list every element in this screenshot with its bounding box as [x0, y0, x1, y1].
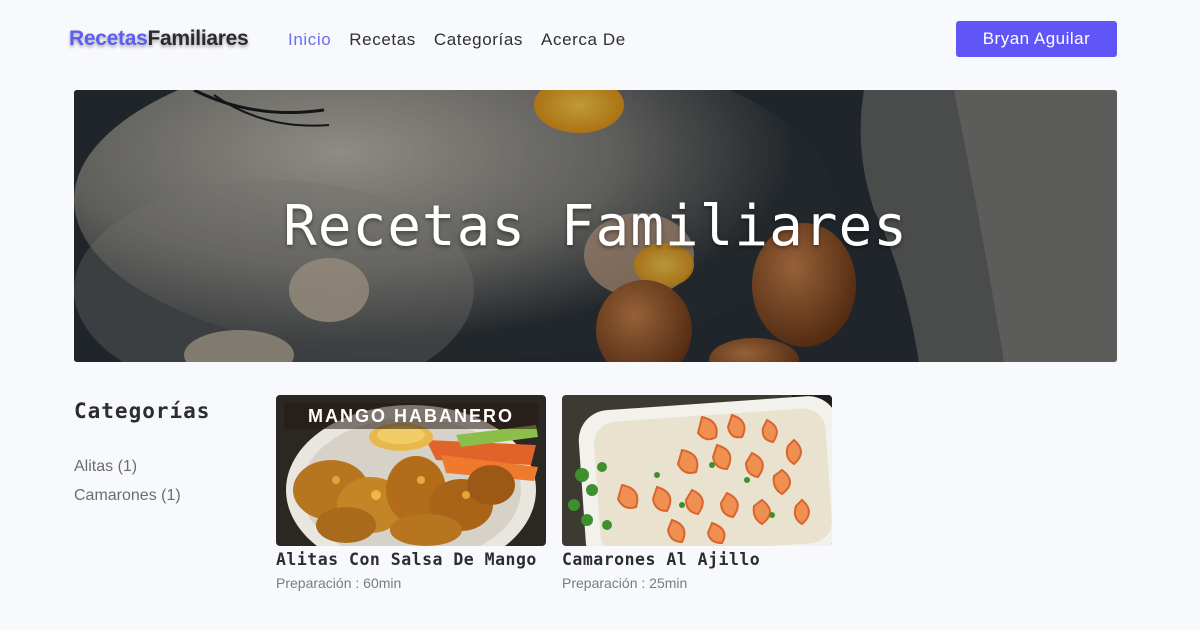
nav-link-recetas[interactable]: Recetas [349, 30, 416, 50]
recipe-image-wrapper[interactable]: MANGO HABANERO [276, 395, 546, 546]
recipe-prep-time: Preparación : 60min [276, 575, 402, 591]
hero-banner: Recetas Familiares [74, 90, 1117, 362]
brand-part-1: Recetas [69, 27, 148, 50]
brand-logo[interactable]: RecetasFamiliares [69, 27, 249, 51]
nav-link-inicio[interactable]: Inicio [288, 30, 331, 50]
nav-link-categorias[interactable]: Categorías [434, 30, 523, 50]
nav-link-acerca-de[interactable]: Acerca De [541, 30, 626, 50]
user-account-button[interactable]: Bryan Aguilar [956, 21, 1117, 57]
garlic-shrimp-photo [562, 395, 832, 546]
recipe-prep-time: Preparación : 25min [562, 575, 688, 591]
hero-title: Recetas Familiares [283, 193, 908, 259]
recipe-title[interactable]: Camarones Al Ajillo [562, 550, 832, 569]
categories-heading: Categorías [74, 399, 211, 423]
recipe-image-wrapper[interactable] [562, 395, 832, 546]
recipe-title[interactable]: Alitas Con Salsa De Mango [276, 550, 546, 569]
recipe-card-alitas[interactable]: MANGO HABANERO Alitas Con Salsa De Mango… [276, 395, 546, 591]
categories-list: Alitas (1) Camarones (1) [74, 457, 181, 515]
recipe-card-camarones[interactable]: Camarones Al Ajillo Preparación : 25min [562, 395, 832, 591]
category-item-camarones[interactable]: Camarones (1) [74, 486, 181, 515]
navbar: RecetasFamiliares Inicio Recetas Categor… [0, 0, 1200, 80]
recipe-image-banner: MANGO HABANERO [284, 403, 538, 429]
category-item-alitas[interactable]: Alitas (1) [74, 457, 181, 486]
main-nav: Inicio Recetas Categorías Acerca De [288, 30, 644, 50]
brand-part-2: Familiares [147, 27, 249, 50]
